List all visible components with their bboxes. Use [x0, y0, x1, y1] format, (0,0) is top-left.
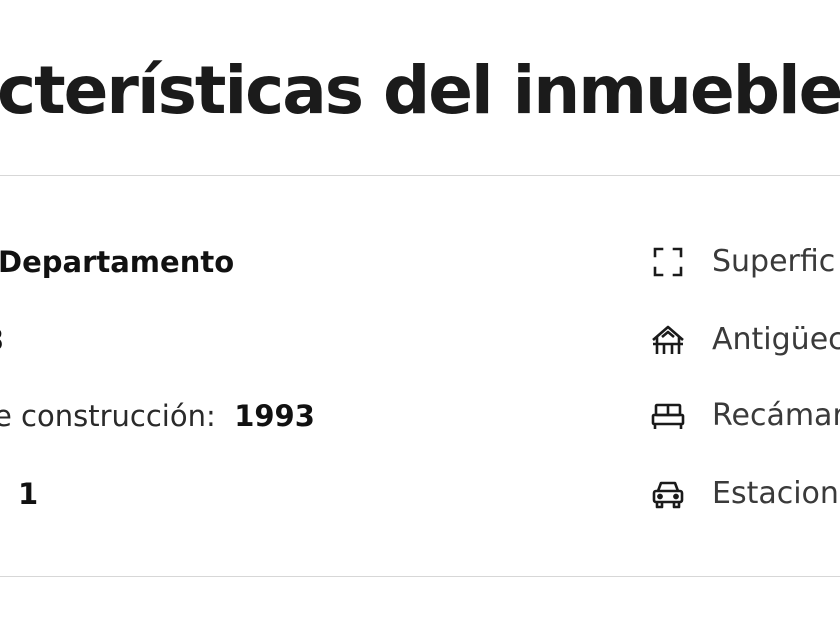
construction-year-value: 1993 [234, 399, 315, 433]
construction-year-label: e construcción: [0, 399, 216, 433]
parking-row: Estacion [650, 476, 839, 512]
bedrooms-row: Recámar [650, 398, 840, 434]
section-title: cterísticas del inmueble [0, 52, 840, 129]
age-label: Antigüec [712, 322, 840, 357]
property-count-value: 1 [18, 477, 39, 511]
car-icon [650, 476, 686, 512]
expand-frame-icon [650, 244, 686, 280]
top-divider [0, 175, 840, 176]
parking-label: Estacion [712, 476, 839, 511]
house-age-icon [650, 322, 686, 358]
property-features-section: cterísticas del inmueble Departamento 3 … [0, 0, 840, 630]
surface-row: Superfic [650, 244, 835, 280]
property-number-row: 3 [0, 322, 4, 358]
bedrooms-label: Recámar [712, 398, 840, 433]
bed-icon [650, 398, 686, 434]
property-count-row: 1 [18, 476, 38, 512]
property-type-value: Departamento [0, 245, 235, 279]
bottom-divider [0, 576, 840, 577]
surface-label: Superfic [712, 244, 836, 279]
property-type-row: Departamento [0, 244, 234, 280]
property-number-value: 3 [0, 323, 4, 357]
age-row: Antigüec [650, 322, 840, 358]
construction-year-row: e construcción: 1993 [0, 398, 315, 434]
